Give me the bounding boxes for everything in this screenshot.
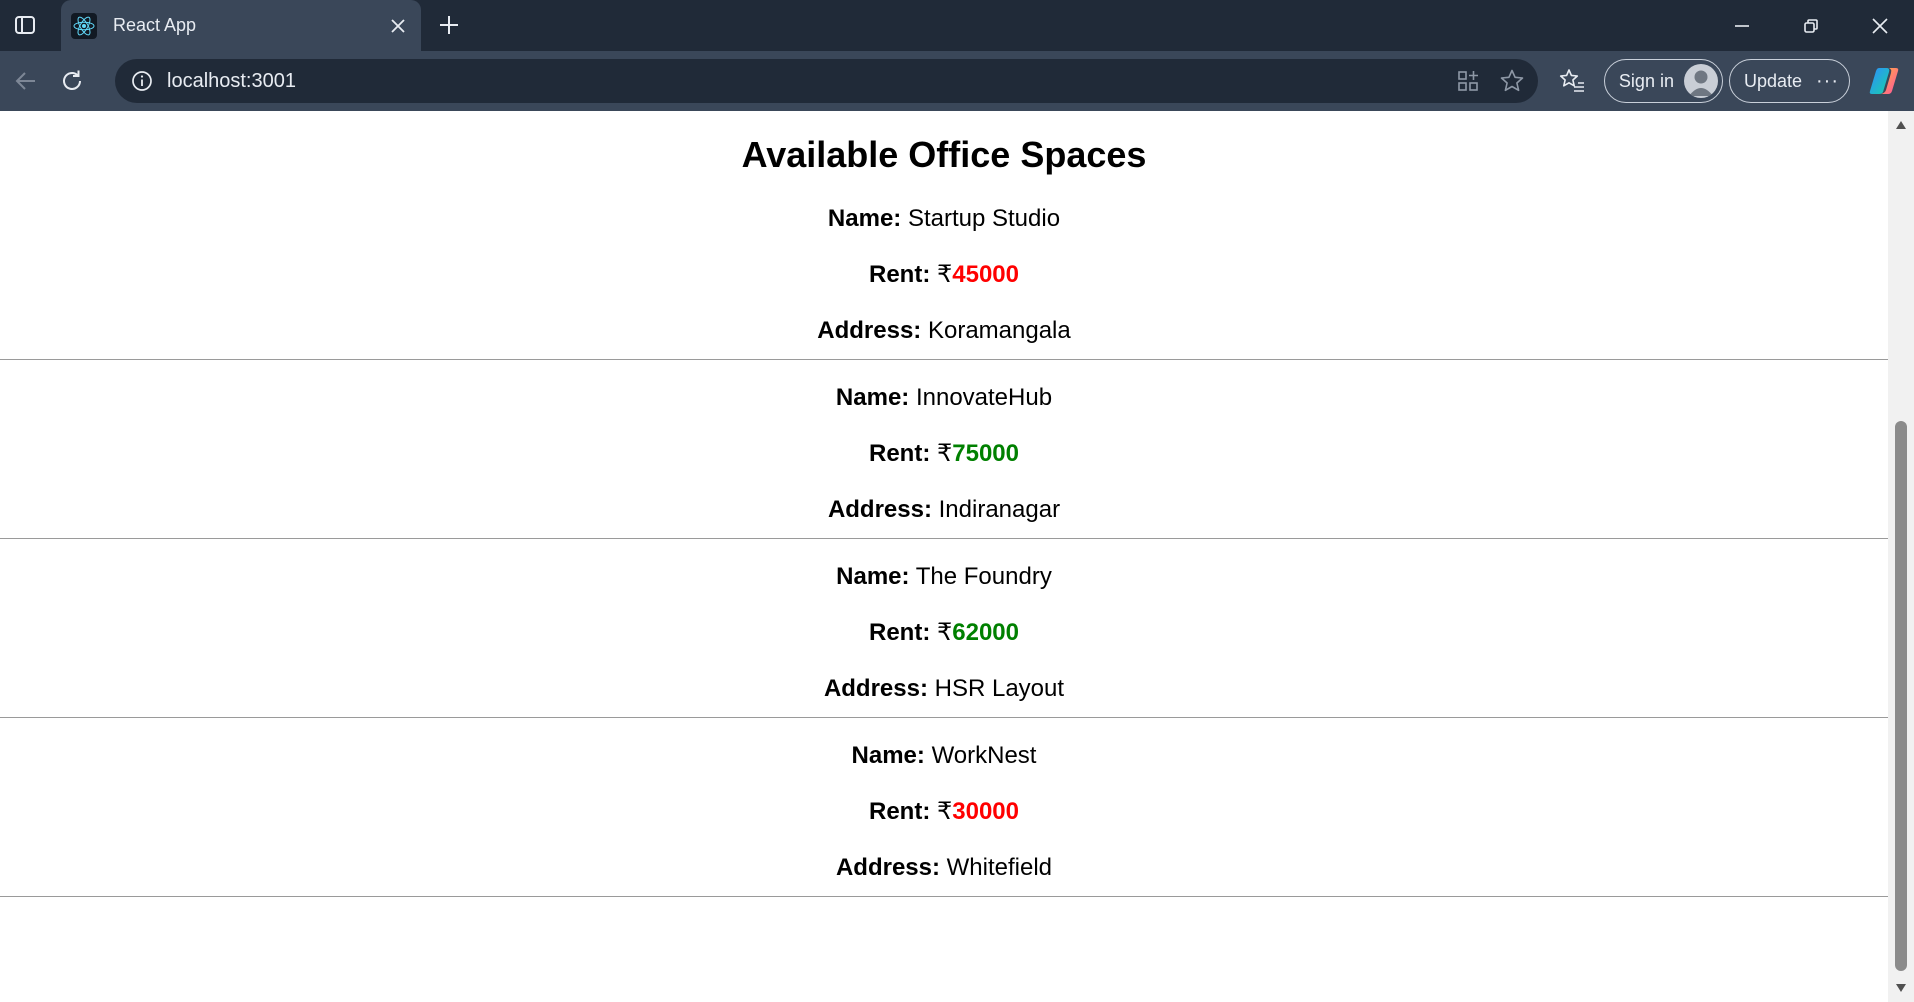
space-address-row: Address: HSR Layout xyxy=(0,661,1888,717)
update-label: Update xyxy=(1743,70,1803,91)
address-label: Address: xyxy=(835,854,940,881)
currency-symbol: ₹ xyxy=(936,261,953,288)
space-name-row: Name: The Foundry xyxy=(0,549,1888,605)
page-viewport: Available Office Spaces Name: Startup St… xyxy=(0,111,1888,1002)
office-space-card: Name: InnovateHub Rent: ₹75000 Address: … xyxy=(0,360,1888,539)
office-space-card: Name: Startup Studio Rent: ₹45000 Addres… xyxy=(0,181,1888,360)
avatar xyxy=(1683,64,1718,98)
close-icon[interactable] xyxy=(383,11,413,41)
space-name: The Foundry xyxy=(915,563,1052,590)
update-button[interactable]: Update ··· xyxy=(1728,59,1850,103)
office-space-card: Name: WorkNest Rent: ₹30000 Address: Whi… xyxy=(0,718,1888,897)
more-icon[interactable]: ··· xyxy=(1816,70,1839,93)
space-rent-row: Rent: ₹75000 xyxy=(0,426,1888,482)
space-address-row: Address: Koramangala xyxy=(0,303,1888,359)
sign-in-label: Sign in xyxy=(1618,70,1674,91)
apps-icon[interactable] xyxy=(1450,63,1486,99)
space-name: InnovateHub xyxy=(915,384,1053,411)
rent-label: Rent: xyxy=(868,619,931,646)
copilot-icon[interactable] xyxy=(1864,61,1904,101)
toolbar-right: Sign in Update ··· xyxy=(1552,51,1914,111)
tab-actions-icon[interactable] xyxy=(10,10,40,40)
space-address: Koramangala xyxy=(927,317,1071,344)
rent-label: Rent: xyxy=(868,440,931,467)
space-address: Indiranagar xyxy=(938,496,1061,523)
currency-symbol: ₹ xyxy=(936,440,953,467)
address-label: Address: xyxy=(827,496,932,523)
browser-titlebar: React App xyxy=(0,0,1914,51)
vertical-scrollbar[interactable] xyxy=(1888,111,1914,1002)
space-rent-row: Rent: ₹45000 xyxy=(0,247,1888,303)
address-label: Address: xyxy=(817,317,922,344)
react-logo-icon xyxy=(71,12,97,39)
currency-symbol: ₹ xyxy=(936,798,953,825)
back-arrow-icon[interactable] xyxy=(6,61,46,101)
minimize-icon[interactable] xyxy=(1707,0,1776,51)
space-rent: 75000 xyxy=(952,440,1020,467)
refresh-icon[interactable] xyxy=(52,61,92,101)
address-bar[interactable]: localhost:3001 xyxy=(115,59,1538,103)
plus-icon xyxy=(440,16,458,34)
new-tab-button[interactable] xyxy=(432,8,466,42)
scroll-down-arrow-icon[interactable] xyxy=(1888,978,1914,998)
space-name-row: Name: WorkNest xyxy=(0,728,1888,784)
space-name: WorkNest xyxy=(931,742,1037,769)
star-icon[interactable] xyxy=(1494,63,1530,99)
browser-toolbar: localhost:3001 Sign in Update ··· xyxy=(0,51,1914,111)
window-close-icon[interactable] xyxy=(1845,0,1914,51)
tab-title: React App xyxy=(113,15,197,35)
space-rent: 45000 xyxy=(952,261,1020,288)
scroll-up-arrow-icon[interactable] xyxy=(1888,115,1914,135)
scrollbar-thumb[interactable] xyxy=(1895,421,1907,971)
info-icon[interactable] xyxy=(127,66,157,96)
rent-label: Rent: xyxy=(868,261,931,288)
name-label: Name: xyxy=(851,742,925,769)
space-name-row: Name: InnovateHub xyxy=(0,370,1888,426)
space-address: HSR Layout xyxy=(934,675,1065,702)
url-text[interactable]: localhost:3001 xyxy=(167,70,1450,93)
restore-icon[interactable] xyxy=(1776,0,1845,51)
name-label: Name: xyxy=(836,563,910,590)
space-name: Startup Studio xyxy=(907,205,1061,232)
space-rent-row: Rent: ₹62000 xyxy=(0,605,1888,661)
space-address-row: Address: Indiranagar xyxy=(0,482,1888,538)
name-label: Name: xyxy=(835,384,910,411)
space-address-row: Address: Whitefield xyxy=(0,840,1888,896)
space-rent: 30000 xyxy=(952,798,1020,825)
name-label: Name: xyxy=(827,205,902,232)
favorites-icon[interactable] xyxy=(1552,61,1592,101)
window-controls xyxy=(1707,0,1914,51)
currency-symbol: ₹ xyxy=(936,619,953,646)
space-rent-row: Rent: ₹30000 xyxy=(0,784,1888,840)
browser-tab[interactable]: React App xyxy=(61,0,421,51)
space-name-row: Name: Startup Studio xyxy=(0,191,1888,247)
rent-label: Rent: xyxy=(868,798,931,825)
office-space-card: Name: The Foundry Rent: ₹62000 Address: … xyxy=(0,539,1888,718)
address-label: Address: xyxy=(823,675,928,702)
sign-in-button[interactable]: Sign in xyxy=(1603,59,1723,103)
page-title: Available Office Spaces xyxy=(741,134,1147,175)
space-rent: 62000 xyxy=(952,619,1020,646)
space-address: Whitefield xyxy=(946,854,1053,881)
